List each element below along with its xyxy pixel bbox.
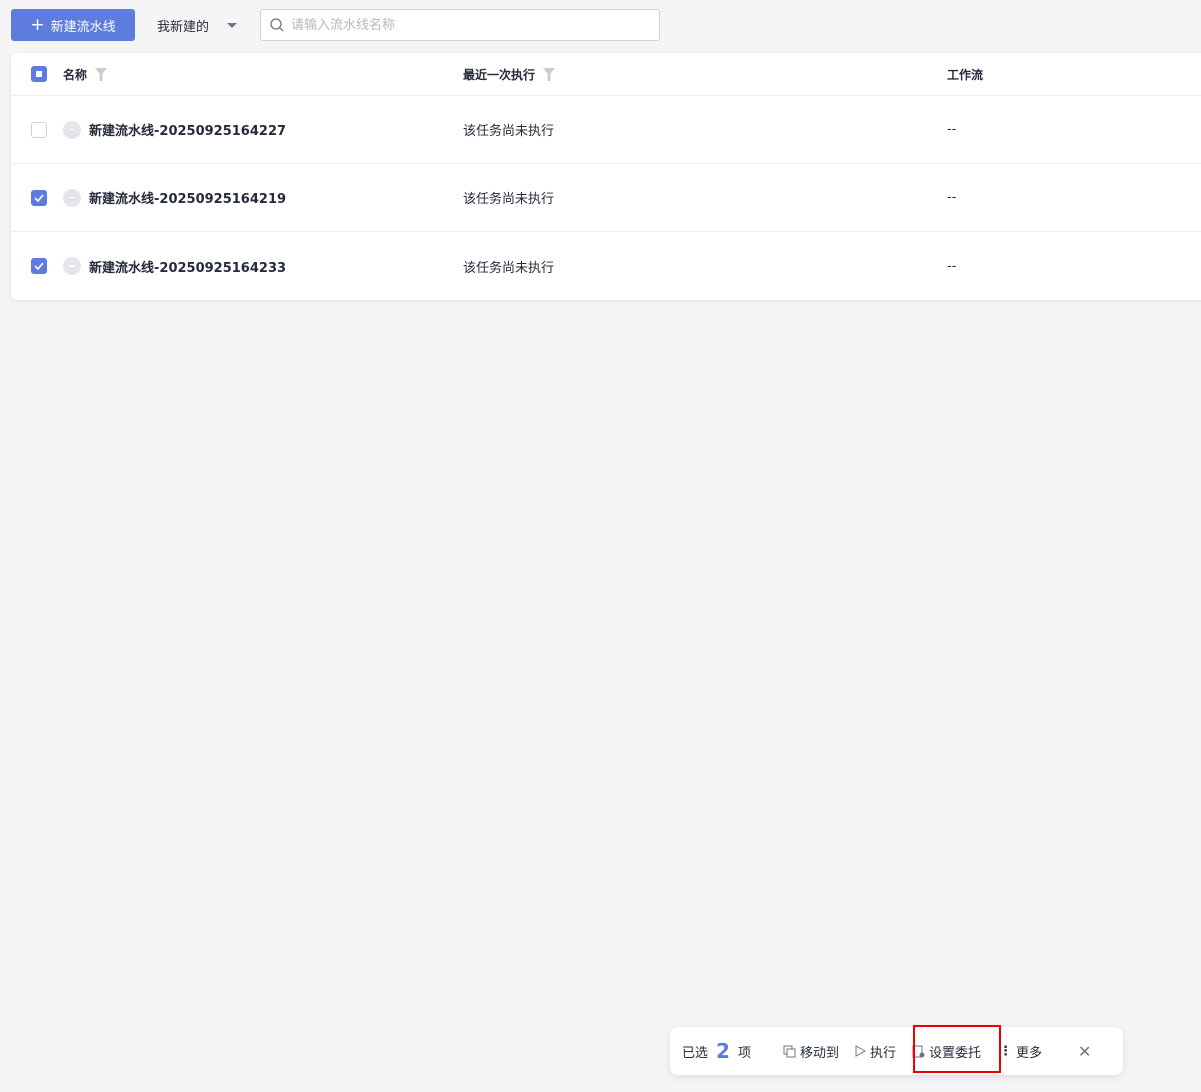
plus-icon: + [30,15,45,35]
row-checkbox[interactable] [31,121,47,138]
filter-icon[interactable] [95,67,108,81]
more-button[interactable]: ⋮ 更多 [999,1042,1042,1061]
search-input[interactable] [291,17,631,33]
check-icon [34,262,44,270]
pipeline-table: 名称 最近一次执行 工作流 新建流水线-20250925164227 该任务尚未… [11,53,1201,300]
table-row[interactable]: 新建流水线-20250925164227 该任务尚未执行 -- [11,96,1201,164]
close-icon[interactable]: ✕ [1078,1042,1091,1061]
select-all-checkbox[interactable] [31,66,47,82]
toolbar: + 新建流水线 我新建的 [11,9,660,41]
table-header: 名称 最近一次执行 工作流 [11,53,1201,96]
move-icon [783,1045,796,1057]
highlight-box [913,1025,1001,1073]
move-to-button[interactable]: 移动到 [783,1042,839,1061]
row-checkbox[interactable] [31,189,47,206]
status-icon [63,120,81,139]
batch-action-bar: 已选 2 项 移动到 执行 设置委托 ⋮ 更多 ✕ [670,1025,1123,1075]
table-row[interactable]: 新建流水线-20250925164219 该任务尚未执行 -- [11,164,1201,232]
status-icon [63,257,81,275]
filter-icon[interactable] [543,67,556,81]
pipeline-name-link[interactable]: 新建流水线-20250925164227 [89,120,286,139]
new-pipeline-button[interactable]: + 新建流水线 [11,9,135,41]
caret-down-icon [227,22,238,28]
owner-filter-dropdown[interactable]: 我新建的 [157,16,238,35]
pipeline-name-link[interactable]: 新建流水线-20250925164233 [89,257,286,276]
run-button[interactable]: 执行 [855,1042,896,1061]
check-icon [34,193,44,202]
pipeline-name-link[interactable]: 新建流水线-20250925164219 [89,188,286,207]
table-row[interactable]: 新建流水线-20250925164233 该任务尚未执行 -- [11,232,1201,300]
search-box [260,9,660,41]
search-icon [270,18,284,32]
row-checkbox[interactable] [31,258,47,274]
selected-count: 2 [716,1039,730,1063]
status-icon [63,188,81,207]
play-icon [855,1045,866,1057]
